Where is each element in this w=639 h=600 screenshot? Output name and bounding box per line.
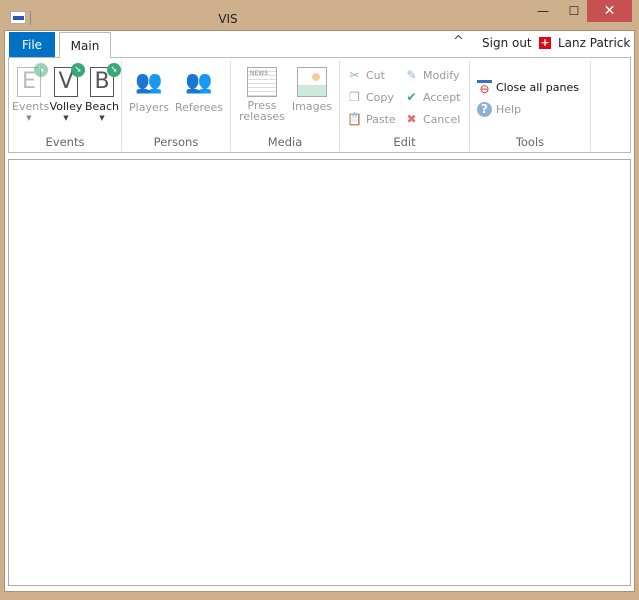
help-button[interactable]: ? Help bbox=[477, 102, 521, 117]
group-tools: ⊖ Close all panes ? Help Tools bbox=[470, 61, 591, 151]
group-label: Tools bbox=[515, 135, 545, 149]
images-label: Images bbox=[291, 100, 333, 113]
paste-button[interactable]: 📋 Paste bbox=[347, 112, 396, 127]
images-button[interactable]: Images bbox=[289, 67, 335, 113]
ribbon: E ➘ Events ▼ V ➘ Volley ▼ B ➘ Beach ▼ Events 👥… bbox=[8, 57, 631, 153]
help-icon: ? bbox=[477, 102, 492, 117]
maximize-button[interactable]: ☐ bbox=[560, 0, 588, 22]
accept-button[interactable]: ✔ Accept bbox=[404, 90, 461, 105]
scissors-icon: ✂ bbox=[349, 68, 360, 82]
beach-label: Beach bbox=[84, 100, 120, 113]
modify-label: Modify bbox=[423, 69, 460, 82]
events-icon: E ➘ bbox=[17, 63, 48, 97]
group-media: NEWS Press releases Images Media bbox=[231, 61, 340, 151]
window-title: VIS bbox=[218, 12, 238, 26]
modify-button[interactable]: ✎ Modify bbox=[404, 68, 459, 83]
close-all-panes-button[interactable]: ⊖ Close all panes bbox=[477, 80, 579, 95]
help-label: Help bbox=[496, 103, 522, 116]
cut-button[interactable]: ✂ Cut bbox=[347, 68, 385, 83]
referees-icon: 👥 bbox=[185, 70, 213, 95]
user-name[interactable]: Lanz Patrick bbox=[558, 36, 630, 50]
group-edit: ✂ Cut ❐ Copy 📋 Paste ✎ Modify ✔ Accept ✖ Cance… bbox=[340, 61, 470, 151]
tab-main[interactable]: Main bbox=[59, 32, 111, 58]
group-events: E ➘ Events ▼ V ➘ Volley ▼ B ➘ Beach ▼ Events bbox=[9, 61, 122, 151]
players-label: Players bbox=[129, 101, 169, 114]
content-pane bbox=[8, 159, 631, 586]
newspaper-icon: NEWS bbox=[247, 67, 277, 97]
volley-icon: V ➘ bbox=[54, 63, 85, 97]
accept-label: Accept bbox=[423, 91, 461, 104]
players-button[interactable]: 👥 Players bbox=[126, 67, 172, 114]
beach-icon: B ➘ bbox=[90, 63, 121, 97]
cancel-button[interactable]: ✖ Cancel bbox=[404, 112, 460, 127]
referees-label: Referees bbox=[174, 101, 224, 114]
group-label: Edit bbox=[393, 135, 416, 149]
beach-button[interactable]: B ➘ Beach ▼ bbox=[84, 63, 121, 122]
volley-label: Volley bbox=[49, 100, 83, 113]
group-label: Media bbox=[267, 135, 303, 149]
press-label: Press releases bbox=[239, 99, 285, 123]
tab-file[interactable]: File bbox=[9, 32, 55, 57]
minimize-button[interactable]: — bbox=[529, 0, 557, 22]
close-button[interactable]: ✕ bbox=[587, 0, 632, 22]
copy-button[interactable]: ❐ Copy bbox=[347, 90, 394, 105]
paste-icon: 📋 bbox=[347, 112, 362, 126]
swiss-flag-icon: + bbox=[539, 36, 551, 49]
events-button[interactable]: E ➘ Events ▼ bbox=[12, 63, 50, 122]
accept-icon: ✔ bbox=[406, 90, 417, 104]
cancel-icon: ✖ bbox=[406, 112, 417, 126]
modify-icon: ✎ bbox=[406, 68, 417, 82]
copy-icon: ❐ bbox=[349, 90, 360, 104]
players-icon: 👥 bbox=[135, 70, 163, 95]
sign-out-link[interactable]: Sign out bbox=[482, 36, 532, 50]
group-label: Persons bbox=[153, 135, 199, 149]
copy-label: Copy bbox=[366, 91, 394, 104]
group-label: Events bbox=[45, 135, 85, 149]
group-persons: 👥 Players 👥 Referees Persons bbox=[122, 61, 231, 151]
events-label: Events bbox=[12, 100, 50, 113]
press-releases-button[interactable]: NEWS Press releases bbox=[235, 67, 289, 122]
close-panes-icon: ⊖ bbox=[477, 80, 492, 95]
cut-label: Cut bbox=[366, 69, 385, 82]
referees-button[interactable]: 👥 Referees bbox=[172, 67, 226, 114]
title-bar: VIS — ☐ ✕ bbox=[0, 0, 639, 30]
close-all-label: Close all panes bbox=[496, 81, 580, 94]
collapse-ribbon-icon[interactable]: ^ bbox=[453, 34, 464, 49]
image-icon bbox=[297, 67, 327, 97]
cancel-label: Cancel bbox=[423, 113, 461, 126]
paste-label: Paste bbox=[366, 113, 396, 126]
volley-button[interactable]: V ➘ Volley ▼ bbox=[48, 63, 85, 122]
